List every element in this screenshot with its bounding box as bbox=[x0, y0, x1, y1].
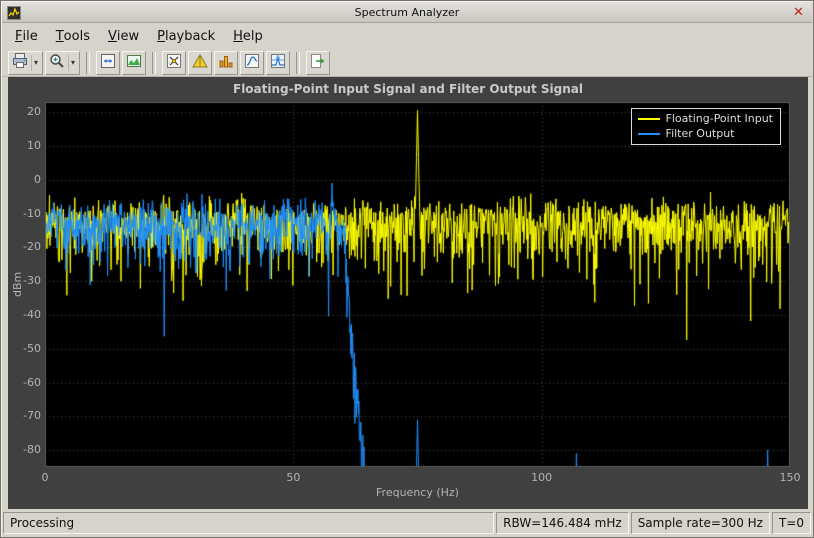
x-tick-label: 0 bbox=[41, 471, 49, 484]
y-tick-label: 0 bbox=[34, 172, 41, 186]
peak-finder-icon bbox=[191, 52, 209, 74]
distortion-measurements-button[interactable] bbox=[214, 50, 239, 75]
plot-axes[interactable]: Floating-Point Input Filter Output bbox=[45, 102, 790, 467]
title-bar[interactable]: Spectrum Analyzer ✕ bbox=[2, 2, 812, 23]
cursor-measurements-icon bbox=[165, 52, 183, 74]
spectral-mask-icon bbox=[269, 52, 287, 74]
zoom-button[interactable]: ▾ bbox=[45, 50, 81, 75]
legend-line-sample bbox=[637, 132, 660, 135]
status-time: T=0 bbox=[771, 512, 811, 534]
zoom-dropdown-arrow[interactable]: ▾ bbox=[68, 54, 77, 71]
legend[interactable]: Floating-Point Input Filter Output bbox=[630, 108, 781, 145]
spectrum-canvas[interactable] bbox=[45, 102, 790, 467]
menu-item-help[interactable]: Help bbox=[224, 23, 272, 49]
status-processing: Processing bbox=[3, 512, 495, 534]
y-tick-label: -20 bbox=[23, 240, 41, 254]
x-tick-label: 100 bbox=[531, 471, 553, 484]
cursor-measurements-button[interactable] bbox=[162, 50, 187, 75]
y-tick-label: -50 bbox=[23, 341, 41, 355]
fit-to-view-icon bbox=[99, 52, 117, 74]
ccdf-measurements-button[interactable] bbox=[240, 50, 265, 75]
legend-entry: Floating-Point Input bbox=[637, 111, 773, 126]
y-tick-label: -10 bbox=[23, 206, 41, 220]
legend-label: Floating-Point Input bbox=[665, 112, 773, 125]
ccdf-measurements-icon bbox=[243, 52, 261, 74]
y-tick-label: -30 bbox=[23, 274, 41, 288]
toolbar-separator bbox=[86, 51, 91, 74]
toolbar-separator bbox=[296, 51, 301, 74]
x-tick-label: 150 bbox=[779, 471, 801, 484]
y-tick-label: -40 bbox=[23, 307, 41, 321]
spectrum-analyzer-window: Spectrum Analyzer ✕ File Tools View Playbac… bbox=[0, 0, 814, 538]
app-icon bbox=[7, 5, 21, 20]
fit-to-view-button[interactable] bbox=[96, 50, 121, 75]
toolbar: ▾ ▾ bbox=[2, 49, 812, 77]
legend-label: Filter Output bbox=[665, 127, 735, 140]
y-tick-label: 20 bbox=[27, 105, 41, 119]
menu-item-file[interactable]: File bbox=[6, 23, 47, 49]
spectral-mask-button[interactable] bbox=[266, 50, 291, 75]
spectrum-settings-button[interactable] bbox=[122, 50, 147, 75]
window-title: Spectrum Analyzer bbox=[354, 5, 460, 19]
distortion-measurements-icon bbox=[217, 52, 235, 74]
toolbar-separator bbox=[152, 51, 157, 74]
status-bar: Processing RBW=146.484 mHz Sample rate=3… bbox=[3, 512, 811, 534]
menu-item-view[interactable]: View bbox=[99, 23, 148, 49]
peak-finder-button[interactable] bbox=[188, 50, 213, 75]
menu-item-playback[interactable]: Playback bbox=[148, 23, 224, 49]
print-dropdown-arrow[interactable]: ▾ bbox=[31, 54, 40, 71]
x-axis-label: Frequency (Hz) bbox=[376, 486, 459, 499]
plot-title: Floating-Point Input Signal and Filter O… bbox=[233, 82, 583, 96]
legend-line-sample bbox=[637, 117, 660, 120]
export-icon bbox=[309, 52, 327, 74]
y-tick-label: -70 bbox=[23, 409, 41, 423]
menu-bar: File Tools View Playback Help bbox=[2, 23, 812, 50]
y-tick-label: 10 bbox=[27, 138, 41, 152]
status-rbw: RBW=146.484 mHz bbox=[496, 512, 629, 534]
figure-area: Floating-Point Input Signal and Filter O… bbox=[8, 77, 808, 509]
status-sample-rate: Sample rate=300 Hz bbox=[630, 512, 770, 534]
printer-icon bbox=[11, 52, 29, 74]
y-tick-label: -80 bbox=[23, 443, 41, 457]
x-tick-label: 50 bbox=[286, 471, 301, 484]
magnifier-icon bbox=[48, 52, 66, 74]
close-button[interactable]: ✕ bbox=[790, 4, 807, 20]
menu-item-tools[interactable]: Tools bbox=[47, 23, 99, 49]
print-button[interactable]: ▾ bbox=[8, 50, 44, 75]
spectrum-settings-icon bbox=[125, 52, 143, 74]
y-tick-label: -60 bbox=[23, 375, 41, 389]
playback-export-button[interactable] bbox=[306, 50, 331, 75]
legend-entry: Filter Output bbox=[637, 126, 773, 141]
